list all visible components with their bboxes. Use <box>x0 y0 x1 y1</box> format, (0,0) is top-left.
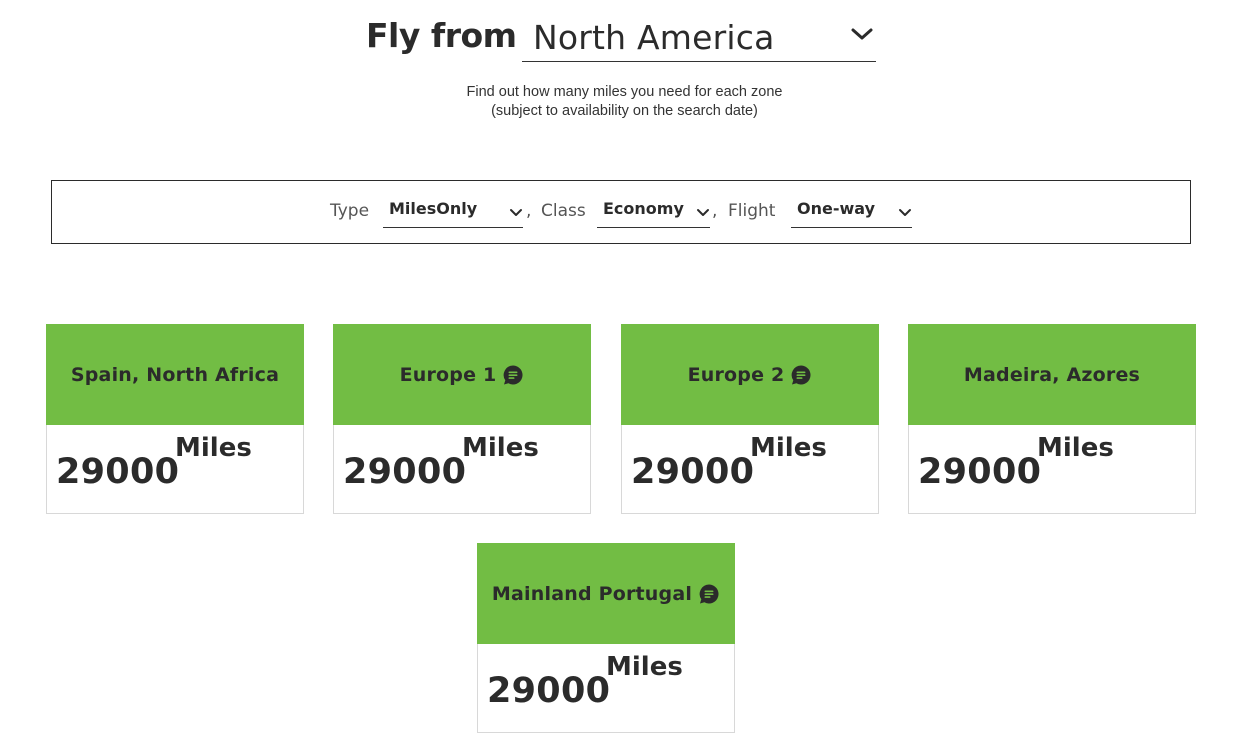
zone-name: Europe 1 <box>399 363 497 386</box>
zone-card-europe-1: Europe 1 29000 Miles <box>333 324 591 514</box>
zone-card-header: Madeira, Azores <box>908 324 1196 425</box>
miles-amount: 29000 <box>631 452 755 492</box>
zone-miles: 29000 Miles <box>478 644 734 732</box>
zone-card-europe-2: Europe 2 29000 Miles <box>621 324 879 514</box>
subtitle-line-2: (subject to availability on the search d… <box>491 103 758 119</box>
class-select[interactable]: Economy <box>597 197 710 228</box>
zone-card-mainland-portugal: Mainland Portugal 29000 Miles <box>477 543 735 733</box>
zone-name: Madeira, Azores <box>963 363 1141 386</box>
chevron-down-icon <box>851 28 873 40</box>
miles-unit: Miles <box>175 433 252 463</box>
separator-comma: , <box>712 201 718 221</box>
origin-region-value: North America <box>533 18 775 57</box>
zone-name: Europe 2 <box>687 363 785 386</box>
flight-label: Flight <box>728 201 776 221</box>
class-label: Class <box>541 201 586 221</box>
zone-miles: 29000 Miles <box>909 425 1165 513</box>
zone-name: Mainland Portugal <box>491 582 693 605</box>
flight-select[interactable]: One-way <box>791 197 912 228</box>
subtitle: Find out how many miles you need for eac… <box>0 83 1249 121</box>
separator-comma: , <box>526 201 532 221</box>
zone-card-header: Europe 1 <box>333 324 591 425</box>
fly-from-label: Fly from <box>366 16 517 55</box>
zone-card-spain-north-africa: Spain, North Africa 29000 Miles <box>46 324 304 514</box>
miles-unit: Miles <box>462 433 539 463</box>
miles-amount: 29000 <box>918 452 1042 492</box>
zone-miles: 29000 Miles <box>622 425 878 513</box>
type-select[interactable]: MilesOnly <box>383 197 523 228</box>
zone-miles: 29000 Miles <box>334 425 590 513</box>
chevron-down-icon <box>899 209 911 216</box>
miles-unit: Miles <box>606 652 683 682</box>
zone-name: Spain, North Africa <box>70 363 280 386</box>
zone-card-madeira-azores: Madeira, Azores 29000 Miles <box>908 324 1196 514</box>
info-chat-icon[interactable] <box>790 364 812 386</box>
subtitle-line-1: Find out how many miles you need for eac… <box>466 84 783 100</box>
miles-amount: 29000 <box>343 452 467 492</box>
class-value: Economy <box>603 199 684 218</box>
miles-unit: Miles <box>750 433 827 463</box>
fly-from-header: Fly from North America <box>0 12 1249 64</box>
filter-bar: Type MilesOnly , Class Economy , Flight … <box>51 180 1191 244</box>
chevron-down-icon <box>510 209 522 216</box>
zone-card-header: Europe 2 <box>621 324 879 425</box>
info-chat-icon[interactable] <box>502 364 524 386</box>
flight-value: One-way <box>797 199 875 218</box>
origin-region-select[interactable]: North America <box>522 12 876 62</box>
zone-card-header: Mainland Portugal <box>477 543 735 644</box>
zone-card-header: Spain, North Africa <box>46 324 304 425</box>
miles-amount: 29000 <box>487 671 611 711</box>
miles-unit: Miles <box>1037 433 1114 463</box>
miles-amount: 29000 <box>56 452 180 492</box>
type-label: Type <box>330 201 370 221</box>
zone-miles: 29000 Miles <box>47 425 303 513</box>
info-chat-icon[interactable] <box>698 583 720 605</box>
type-value: MilesOnly <box>389 199 478 218</box>
chevron-down-icon <box>697 209 709 216</box>
